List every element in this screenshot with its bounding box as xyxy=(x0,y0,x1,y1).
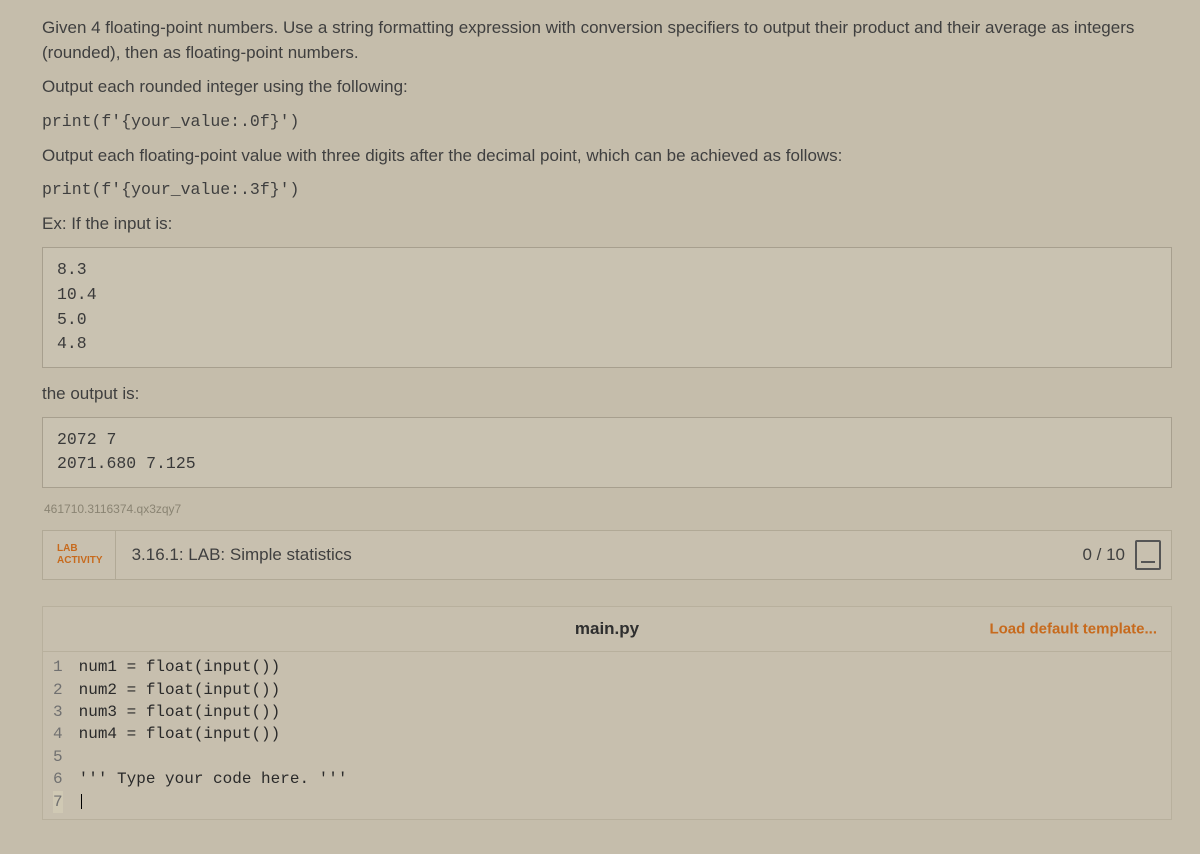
code-editor[interactable]: 1234567 num1 = float(input())num2 = floa… xyxy=(43,652,1171,819)
lab-activity-label: LAB ACTIVITY xyxy=(43,531,116,579)
example-input-label: Ex: If the input is: xyxy=(42,212,1172,237)
question-id: 461710.3116374.qx3zqy7 xyxy=(44,502,1172,516)
line-number-gutter: 1234567 xyxy=(43,652,73,819)
example-input-box: 8.3 10.4 5.0 4.8 xyxy=(42,247,1172,368)
book-icon[interactable] xyxy=(1135,540,1161,570)
int-hint-code: print(f'{your_value:.0f}') xyxy=(42,110,1172,134)
load-default-template-link[interactable]: Load default template... xyxy=(989,621,1157,638)
example-output-box: 2072 7 2071.680 7.125 xyxy=(42,417,1172,489)
lab-label-line1: LAB xyxy=(57,543,103,556)
problem-statement: Given 4 floating-point numbers. Use a st… xyxy=(42,16,1172,65)
lab-activity-title: 3.16.1: LAB: Simple statistics xyxy=(116,531,1073,579)
lab-activity-header: LAB ACTIVITY 3.16.1: LAB: Simple statist… xyxy=(42,530,1172,580)
int-hint-label: Output each rounded integer using the fo… xyxy=(42,75,1172,100)
lab-label-line2: ACTIVITY xyxy=(57,555,103,568)
editor-filename: main.py xyxy=(575,619,639,639)
float-hint-label: Output each floating-point value with th… xyxy=(42,144,1172,169)
code-lines[interactable]: num1 = float(input())num2 = float(input(… xyxy=(73,652,356,819)
float-hint-code: print(f'{your_value:.3f}') xyxy=(42,178,1172,202)
example-output-label: the output is: xyxy=(42,382,1172,407)
lab-score: 0 / 10 xyxy=(1082,545,1125,565)
code-editor-panel: main.py Load default template... 1234567… xyxy=(42,606,1172,820)
